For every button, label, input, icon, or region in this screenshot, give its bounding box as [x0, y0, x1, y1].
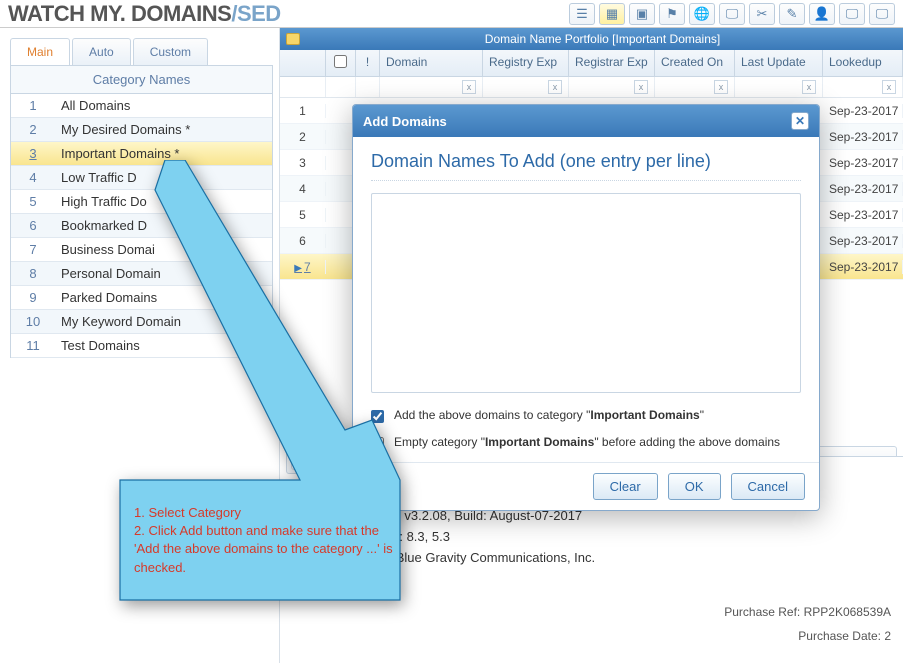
folder-icon [286, 33, 300, 45]
sidebar-tabstrip: Main Auto Custom [10, 38, 273, 66]
grid-header-row: ! Domain Registry Exp Registrar Exp Crea… [280, 50, 903, 77]
clear-filter-icon[interactable]: x [714, 80, 728, 94]
callout-line2: 2. Click Add button and make sure that t… [134, 522, 394, 577]
grid-col-domain[interactable]: Domain [380, 50, 483, 76]
close-icon[interactable]: ✕ [791, 112, 809, 130]
toolbar-icon-list[interactable]: ☰ [569, 3, 595, 25]
tab-main[interactable]: Main [10, 38, 70, 65]
clear-button[interactable]: Clear [593, 473, 658, 500]
clear-filter-icon[interactable]: x [882, 80, 896, 94]
cancel-button[interactable]: Cancel [731, 473, 805, 500]
dialog-heading: Domain Names To Add (one entry per line) [371, 151, 801, 181]
toolbar-icon-monitor1[interactable]: 🖵 [719, 3, 745, 25]
toolbar-icon-grid[interactable]: ▦ [599, 3, 625, 25]
empty-category-label: Empty category "Important Domains" befor… [394, 435, 780, 449]
category-row[interactable]: 2My Desired Domains * [11, 118, 272, 142]
grid-col-lookedup[interactable]: Lookedup [823, 50, 903, 76]
toolbar-icon-network[interactable]: ✂ [749, 3, 775, 25]
grid-col-created[interactable]: Created On [655, 50, 735, 76]
add-to-category-label: Add the above domains to category "Impor… [394, 408, 704, 422]
domains-textarea[interactable] [371, 193, 801, 393]
app-brand: WATCH MY. DOMAINS/SED [8, 1, 281, 27]
instruction-callout: 1. Select Category 2. Click Add button a… [110, 160, 410, 613]
category-row[interactable]: 1All Domains [11, 94, 272, 118]
grid-col-bang[interactable]: ! [356, 50, 380, 76]
clear-filter-icon[interactable]: x [634, 80, 648, 94]
category-header: Category Names [10, 66, 273, 94]
grid-col-registry-exp[interactable]: Registry Exp [483, 50, 569, 76]
toolbar-icon-flag[interactable]: ⚑ [659, 3, 685, 25]
toolbar-icon-user[interactable]: 👤 [809, 3, 835, 25]
dialog-titlebar[interactable]: Add Domains ✕ [353, 105, 819, 137]
toolbar-icon-view[interactable]: ▣ [629, 3, 655, 25]
toolbar-icon-monitor3[interactable]: 🖵 [869, 3, 895, 25]
callout-line1: 1. Select Category [134, 504, 394, 522]
portfolio-header: Domain Name Portfolio [Important Domains… [280, 28, 903, 50]
grid-col-last-update[interactable]: Last Update [735, 50, 823, 76]
portfolio-title: Domain Name Portfolio [Important Domains… [308, 32, 897, 46]
ok-button[interactable]: OK [668, 473, 721, 500]
app-titlebar: WATCH MY. DOMAINS/SED ☰ ▦ ▣ ⚑ 🌐 🖵 ✂ ✎ 👤 … [0, 0, 903, 28]
add-domains-dialog: Add Domains ✕ Domain Names To Add (one e… [352, 104, 820, 511]
toolbar-icon-edit[interactable]: ✎ [779, 3, 805, 25]
dialog-footer: Clear OK Cancel [353, 462, 819, 510]
clear-filter-icon[interactable]: x [548, 80, 562, 94]
toolbar-icon-globe[interactable]: 🌐 [689, 3, 715, 25]
clear-filter-icon[interactable]: x [802, 80, 816, 94]
tab-custom[interactable]: Custom [133, 38, 208, 65]
tab-auto[interactable]: Auto [72, 38, 131, 65]
select-all-checkbox[interactable] [334, 55, 347, 68]
clear-filter-icon[interactable]: x [462, 80, 476, 94]
dialog-title: Add Domains [363, 114, 447, 129]
grid-col-checkbox[interactable] [326, 50, 356, 76]
toolbar-icon-monitor2[interactable]: 🖵 [839, 3, 865, 25]
grid-filter-row: x x x x x x [280, 77, 903, 98]
grid-col-registrar-exp[interactable]: Registrar Exp [569, 50, 655, 76]
